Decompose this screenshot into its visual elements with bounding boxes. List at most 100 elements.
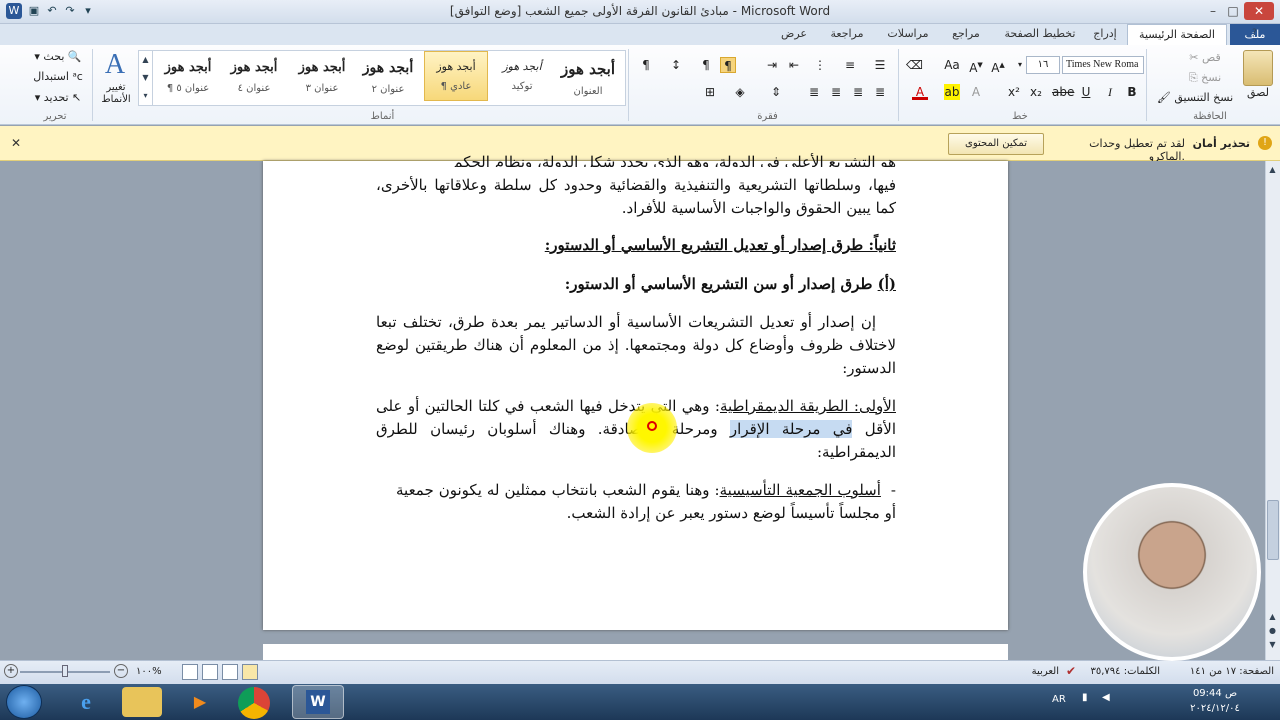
internet-explorer-icon[interactable]: e: [66, 687, 106, 717]
word-taskbar-button[interactable]: W: [292, 685, 344, 719]
clock-time[interactable]: ص 09:44: [1180, 688, 1250, 699]
document-page[interactable]: هو التشريع الأعلى في الدولة، وهو الذي يح…: [263, 153, 1008, 630]
find-button[interactable]: ▾ بحث 🔍: [28, 48, 88, 66]
rtl-direction-icon[interactable]: ¶: [720, 57, 736, 73]
scroll-up-icon[interactable]: ▲: [1266, 165, 1279, 174]
cut-button[interactable]: ✂ قص: [1185, 49, 1225, 67]
sort-icon[interactable]: ↕: [668, 57, 684, 73]
paste-icon[interactable]: [1243, 50, 1273, 86]
tab-mailings[interactable]: مراسلات: [880, 27, 936, 40]
maximize-icon[interactable]: □: [1224, 2, 1242, 20]
outline-view-icon[interactable]: [182, 664, 198, 680]
change-case-icon[interactable]: Aa: [942, 57, 962, 73]
tab-page-layout[interactable]: تخطيط الصفحة: [1000, 27, 1080, 40]
font-size-input[interactable]: ١٦: [1026, 56, 1060, 74]
tab-references[interactable]: مراجع: [944, 27, 988, 40]
tab-review[interactable]: مراجعة: [822, 27, 872, 40]
replace-button[interactable]: استبدال ᵃc: [28, 68, 88, 86]
minimize-icon[interactable]: –: [1204, 2, 1222, 20]
volume-icon[interactable]: ◀: [1102, 692, 1116, 706]
style-heading-3[interactable]: أبجد هوز عنوان ٣: [290, 51, 354, 101]
scroll-thumb[interactable]: [1267, 500, 1279, 560]
start-button[interactable]: [6, 685, 42, 719]
format-painter-button[interactable]: 🖌 نسخ التنسيق: [1150, 89, 1240, 107]
proofing-icon[interactable]: ✔: [1066, 664, 1082, 678]
highlight-icon[interactable]: ab: [944, 84, 960, 100]
close-warning-icon[interactable]: ✕: [8, 136, 24, 152]
subscript-icon[interactable]: x₂: [1028, 84, 1044, 100]
word-count[interactable]: الكلمات: ٣٥,٧٩٤: [1086, 666, 1161, 677]
font-color-icon[interactable]: A: [912, 84, 928, 100]
clear-formatting-icon[interactable]: ⌫: [906, 57, 923, 73]
language-indicator[interactable]: العربية: [1015, 666, 1059, 677]
shrink-font-icon[interactable]: A▼: [968, 57, 984, 75]
line-spacing-icon[interactable]: ⇕: [768, 84, 784, 100]
page-count[interactable]: الصفحة: ١٧ من ١٤١: [1164, 666, 1274, 677]
enable-content-button[interactable]: تمكين المحتوى: [948, 133, 1044, 155]
file-explorer-icon[interactable]: [122, 687, 162, 717]
chrome-icon[interactable]: [238, 687, 270, 719]
font-name-input[interactable]: Times New Roma: [1062, 56, 1144, 74]
bold-icon[interactable]: B: [1124, 84, 1140, 100]
style-normal[interactable]: أبجد هوز ¶ عادي: [424, 51, 488, 101]
paste-button[interactable]: لصق: [1238, 84, 1278, 102]
style-heading-2[interactable]: أبجد هوز عنوان ٢: [356, 51, 420, 101]
selected-text[interactable]: في مرحلة الإقرار: [729, 420, 853, 438]
undo-icon[interactable]: ↶: [44, 3, 60, 19]
change-styles-button[interactable]: تغيير الأنماط: [94, 82, 138, 106]
superscript-icon[interactable]: x²: [1006, 84, 1022, 100]
grow-font-icon[interactable]: A▲: [990, 57, 1006, 75]
strikethrough-icon[interactable]: abe: [1052, 84, 1074, 100]
paragraph-4: - أسلوب الجمعية التأسيسية: وهنا يقوم الش…: [396, 479, 896, 525]
close-icon[interactable]: ✕: [1244, 2, 1274, 20]
tab-view[interactable]: عرض: [774, 27, 814, 40]
zoom-in-icon[interactable]: +: [4, 664, 18, 678]
numbering-icon[interactable]: ≡: [842, 57, 858, 73]
italic-icon[interactable]: I: [1102, 84, 1118, 100]
save-icon[interactable]: ▣: [26, 3, 42, 19]
style-emphasis[interactable]: أبجد هوز توكيد: [490, 51, 554, 101]
justify-icon[interactable]: ≣: [806, 84, 822, 100]
style-title[interactable]: أبجد هوز العنوان: [556, 51, 620, 101]
tab-insert[interactable]: إدراج: [1085, 27, 1125, 40]
show-marks-icon[interactable]: ¶: [638, 57, 654, 73]
ltr-direction-icon[interactable]: ¶: [698, 57, 714, 73]
style-heading-5[interactable]: أبجد هوز ¶ عنوان ٥: [156, 51, 220, 101]
word-app-icon[interactable]: W: [6, 3, 22, 19]
style-heading-4[interactable]: أبجد هوز عنوان ٤: [222, 51, 286, 101]
vertical-scrollbar[interactable]: [1265, 161, 1280, 660]
full-screen-icon[interactable]: [222, 664, 238, 680]
page-nav-icons[interactable]: ▲ ● ▼: [1266, 610, 1279, 652]
align-center-icon[interactable]: ≣: [850, 84, 866, 100]
text-effects-icon[interactable]: A: [968, 84, 984, 100]
network-icon[interactable]: ▮: [1082, 692, 1096, 706]
align-right-icon[interactable]: ≣: [872, 84, 888, 100]
help-icon[interactable]: ?: [1252, 28, 1264, 40]
align-left-icon[interactable]: ≣: [828, 84, 844, 100]
warning-icon: !: [1258, 136, 1272, 150]
zoom-slider-thumb[interactable]: [62, 665, 68, 677]
styles-scroll-icon[interactable]: ▲ ▼ ▾: [139, 51, 153, 105]
print-layout-icon[interactable]: [242, 664, 258, 680]
select-button[interactable]: ▾ تحديد ↖: [28, 89, 88, 107]
media-player-icon[interactable]: ▶: [180, 687, 220, 717]
tab-home[interactable]: الصفحة الرئيسية: [1127, 24, 1227, 46]
clock-date[interactable]: ٢٠٢٤/١٢/٠٤: [1180, 703, 1250, 714]
decrease-indent-icon[interactable]: ⇤: [786, 57, 802, 73]
multilevel-list-icon[interactable]: ⋮: [812, 57, 828, 73]
shading-icon[interactable]: ◈: [732, 84, 748, 100]
copy-button[interactable]: ⎘ نسخ: [1185, 69, 1225, 87]
web-layout-icon[interactable]: [202, 664, 218, 680]
underline-icon[interactable]: U: [1078, 84, 1094, 100]
zoom-level[interactable]: ١٠٠%: [136, 666, 176, 677]
change-styles-icon[interactable]: A: [100, 50, 130, 80]
paragraph-2: إن إصدار أو تعديل التشريعات الأساسية أو …: [376, 313, 896, 377]
increase-indent-icon[interactable]: ⇥: [764, 57, 780, 73]
font-size-dropdown-icon[interactable]: ▾: [1012, 57, 1028, 73]
redo-icon[interactable]: ↷: [62, 3, 78, 19]
input-language[interactable]: AR: [1052, 694, 1072, 705]
customize-qat-icon[interactable]: ▾: [80, 3, 96, 19]
borders-icon[interactable]: ⊞: [702, 84, 718, 100]
zoom-out-icon[interactable]: −: [114, 664, 128, 678]
bullets-icon[interactable]: ☰: [872, 57, 888, 73]
